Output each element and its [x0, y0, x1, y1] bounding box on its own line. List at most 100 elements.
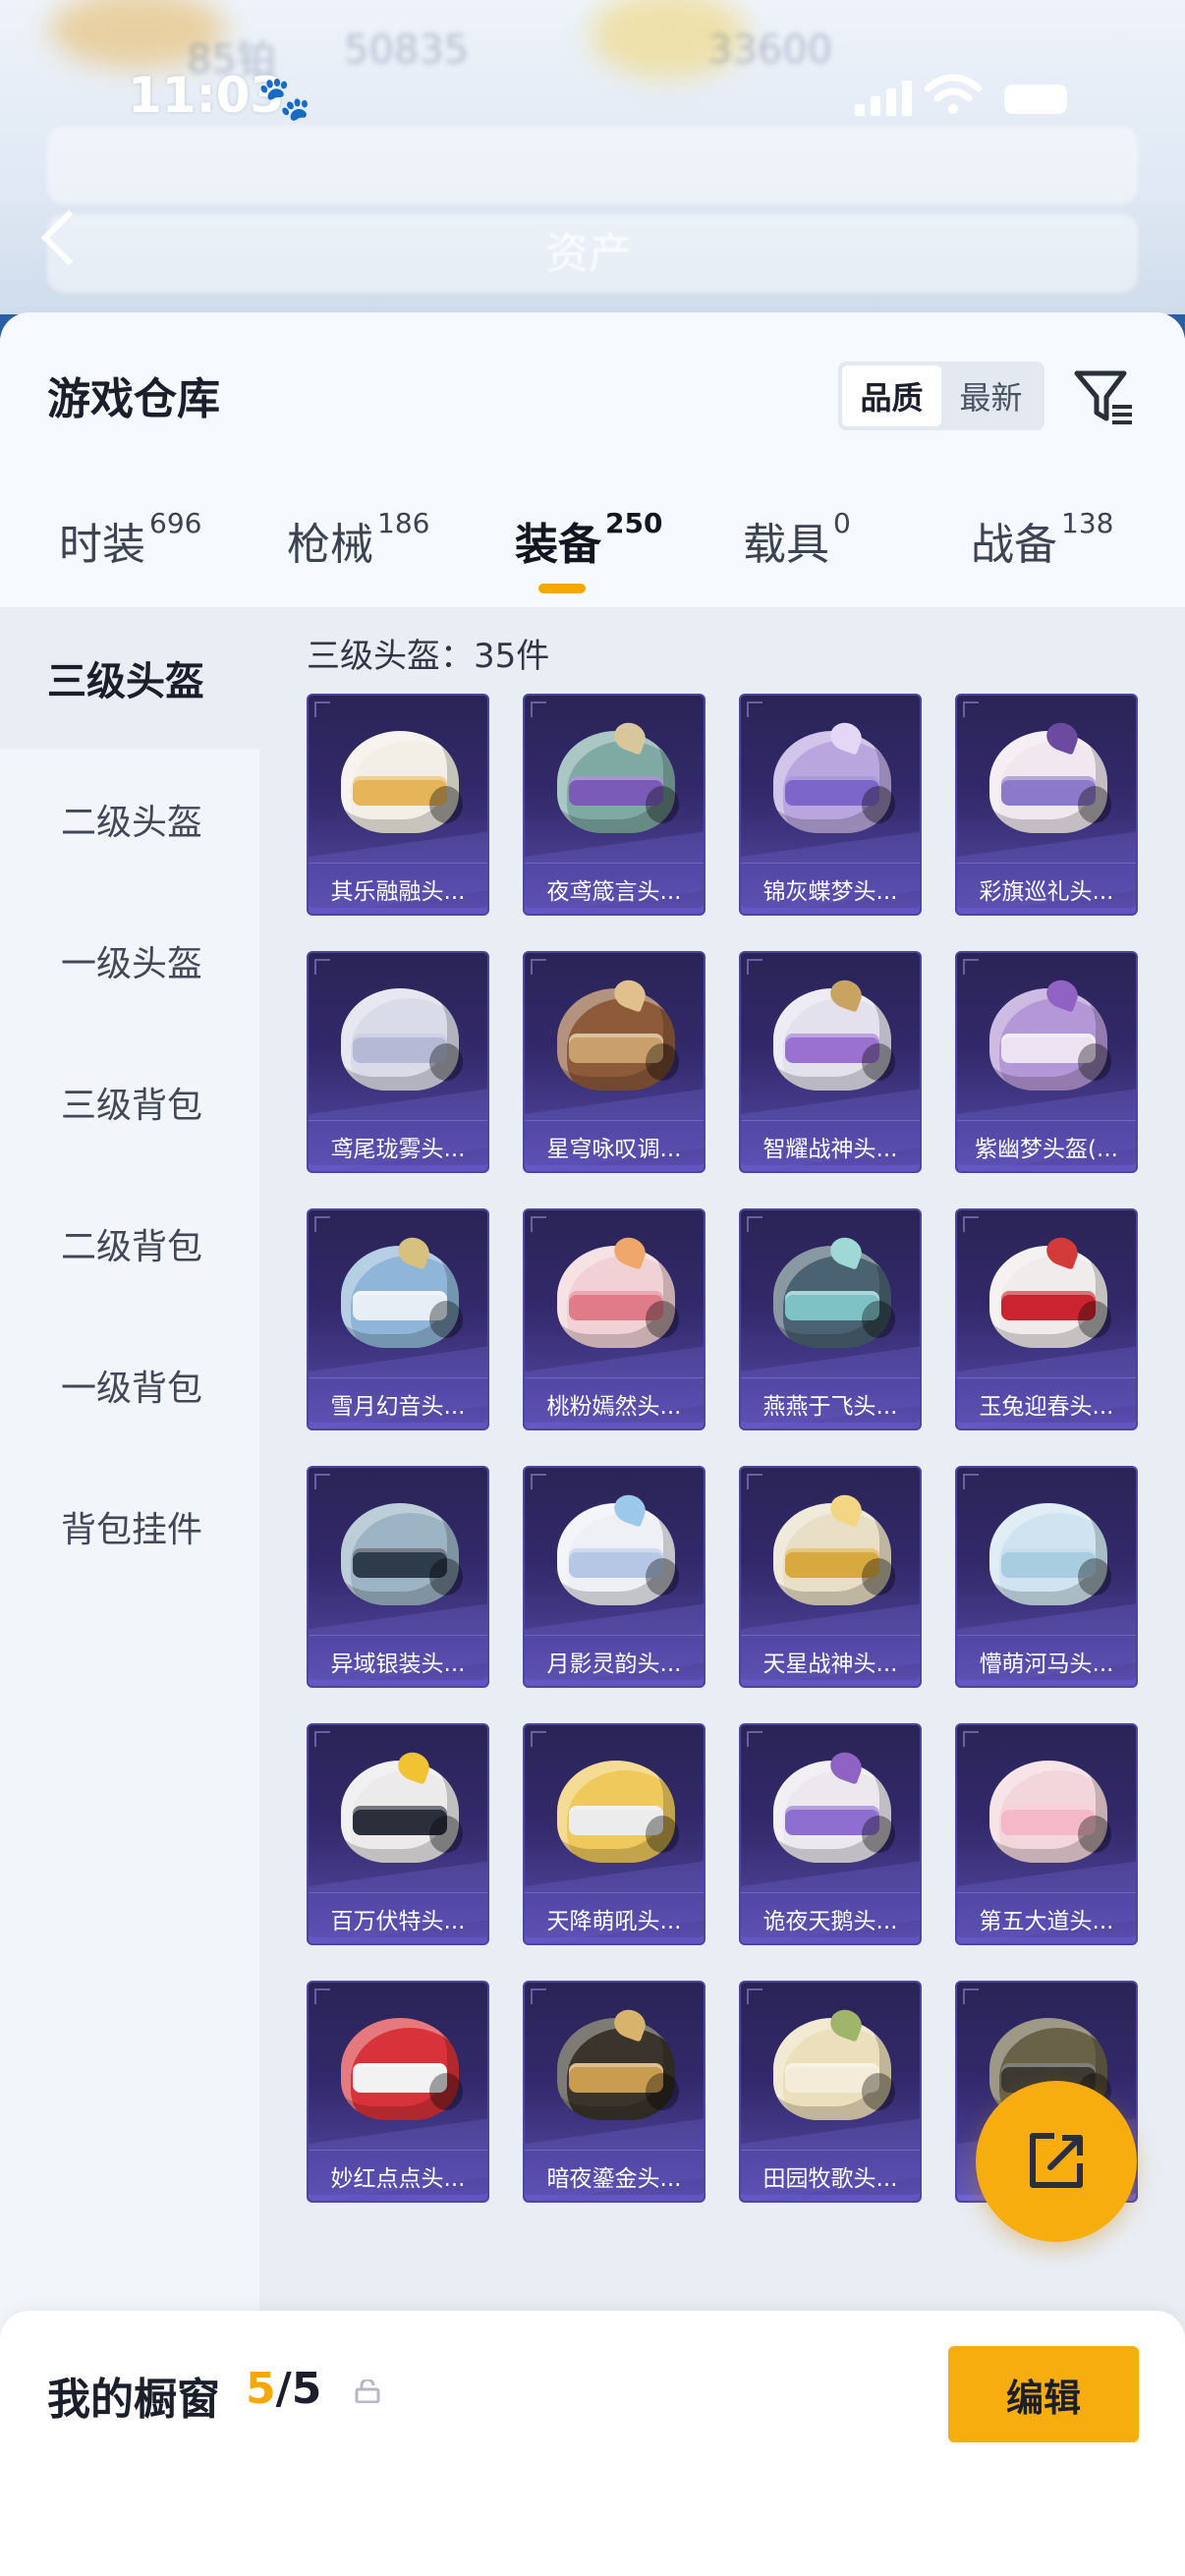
item-card[interactable]: 紫幽梦头盔(... — [955, 951, 1138, 1173]
tab-vehicles[interactable]: 载具 0 — [743, 507, 851, 572]
tab-guns[interactable]: 枪械 186 — [287, 507, 430, 572]
helmet-image — [773, 1490, 895, 1613]
tab-fashion[interactable]: 时装 696 — [59, 507, 202, 572]
tab-label: 载具 — [743, 520, 829, 570]
item-card[interactable]: 桃粉嫣然头... — [523, 1208, 705, 1430]
tab-supplies[interactable]: 战备 138 — [971, 507, 1113, 572]
item-card[interactable]: 妙红点点头... — [307, 1981, 489, 2203]
helmet-ear — [1078, 1816, 1111, 1853]
sidebar-item-backpack-pendant[interactable]: 背包挂件 — [0, 1456, 259, 1597]
helmet-ear — [646, 1558, 679, 1596]
sidebar-item-lv1-backpack[interactable]: 一级背包 — [0, 1315, 259, 1456]
sidebar-item-lv2-helmet[interactable]: 二级头盔 — [0, 749, 259, 890]
card-corner-decoration — [531, 701, 546, 717]
tab-equipment[interactable]: 装备 250 — [515, 507, 663, 572]
card-corner-decoration — [747, 1731, 762, 1747]
card-corner-decoration — [531, 959, 546, 975]
item-card[interactable]: 天星战神头... — [739, 1466, 922, 1688]
item-card[interactable]: 鸢尾珑雾头... — [307, 951, 489, 1173]
sort-quality-button[interactable]: 品质 — [842, 365, 941, 426]
item-card[interactable]: 雪月幻音头... — [307, 1208, 489, 1430]
item-card[interactable]: 玉兔迎春头... — [955, 1208, 1138, 1430]
signal-icon — [855, 81, 912, 116]
card-corner-decoration — [963, 1731, 979, 1747]
helmet-ear — [646, 1816, 679, 1853]
share-icon — [1030, 2133, 1083, 2188]
item-name: 星穹咏叹调... — [525, 1120, 704, 1171]
item-card[interactable]: 第五大道头... — [955, 1723, 1138, 1945]
sidebar-item-lv3-backpack[interactable]: 三级背包 — [0, 1032, 259, 1173]
tab-label: 装备 — [515, 520, 601, 570]
sidebar-item-lv1-helmet[interactable]: 一级头盔 — [0, 890, 259, 1032]
card-corner-decoration — [747, 701, 762, 717]
item-count-label: 三级头盔：35件 — [307, 637, 550, 676]
sheet-header: 游戏仓库 品质 最新 时装 696 枪械 186 装备 250 载具 0 战备 … — [0, 312, 1185, 607]
item-card[interactable]: 其乐融融头... — [307, 694, 489, 916]
card-corner-decoration — [963, 1988, 979, 2004]
helmet-image — [989, 1761, 1111, 1871]
helmet-ear — [1078, 786, 1111, 823]
card-corner-decoration — [747, 959, 762, 975]
page-title: 游戏仓库 — [47, 374, 220, 424]
item-card[interactable]: 智耀战神头... — [739, 951, 922, 1173]
helmet-image — [557, 1233, 679, 1356]
helmet-ear — [862, 1816, 895, 1853]
card-corner-decoration — [747, 1216, 762, 1232]
sort-latest-button[interactable]: 最新 — [941, 365, 1041, 426]
share-button[interactable] — [976, 2081, 1137, 2242]
item-card[interactable]: 夜鸢箴言头... — [523, 694, 705, 916]
item-name: 雪月幻音头... — [309, 1377, 487, 1428]
item-card[interactable]: 懵萌河马头... — [955, 1466, 1138, 1688]
tab-count: 696 — [149, 507, 202, 539]
item-card[interactable]: 天降萌吼头... — [523, 1723, 705, 1945]
card-corner-decoration — [314, 1988, 330, 2004]
item-card[interactable]: 锦灰蝶梦头... — [739, 694, 922, 916]
sidebar-item-lv2-backpack[interactable]: 二级背包 — [0, 1173, 259, 1315]
helmet-ear — [862, 1043, 895, 1081]
card-corner-decoration — [314, 1474, 330, 1489]
card-corner-decoration — [963, 1216, 979, 1232]
item-name: 懵萌河马头... — [957, 1635, 1136, 1686]
helmet-ear — [646, 2073, 679, 2110]
paw-icon: 🐾 — [257, 74, 311, 124]
item-name: 诡夜天鹅头... — [741, 1892, 920, 1943]
item-card[interactable]: 诡夜天鹅头... — [739, 1723, 922, 1945]
helmet-ear — [646, 786, 679, 823]
edit-button[interactable]: 编辑 — [948, 2346, 1139, 2442]
sidebar-item-lv3-helmet[interactable]: 三级头盔 — [0, 607, 259, 749]
active-tab-indicator — [538, 584, 586, 593]
item-card[interactable]: 田园牧歌头... — [739, 1981, 922, 2203]
sort-toggle: 品质 最新 — [838, 362, 1044, 430]
battery-icon — [1004, 84, 1067, 114]
helmet-ear — [429, 2073, 463, 2110]
card-corner-decoration — [531, 1731, 546, 1747]
item-name: 桃粉嫣然头... — [525, 1377, 704, 1428]
item-card[interactable]: 异域银装头... — [307, 1466, 489, 1688]
helmet-image — [341, 2018, 463, 2128]
item-name: 妙红点点头... — [309, 2150, 487, 2201]
item-name: 紫幽梦头盔(... — [957, 1120, 1136, 1171]
item-card[interactable]: 燕燕于飞头... — [739, 1208, 922, 1430]
helmet-image — [341, 731, 463, 841]
card-corner-decoration — [963, 701, 979, 717]
item-card[interactable]: 百万伏特头... — [307, 1723, 489, 1945]
tab-count: 186 — [377, 507, 430, 539]
helmet-image — [773, 976, 895, 1098]
item-name: 天星战神头... — [741, 1635, 920, 1686]
item-name: 彩旗巡礼头... — [957, 863, 1136, 914]
subcategory-sidebar: 三级头盔 二级头盔 一级头盔 三级背包 二级背包 一级背包 背包挂件 — [0, 607, 259, 2356]
item-name: 鸢尾珑雾头... — [309, 1120, 487, 1171]
item-card[interactable]: 彩旗巡礼头... — [955, 694, 1138, 916]
tab-count: 250 — [605, 507, 663, 539]
tab-label: 时装 — [59, 520, 145, 570]
helmet-ear — [646, 1301, 679, 1338]
helmet-ear — [862, 1558, 895, 1596]
item-name: 第五大道头... — [957, 1892, 1136, 1943]
item-card[interactable]: 月影灵韵头... — [523, 1466, 705, 1688]
helmet-image — [557, 718, 679, 841]
helmet-ear — [862, 2073, 895, 2110]
item-card[interactable]: 星穹咏叹调... — [523, 951, 705, 1173]
item-card[interactable]: 暗夜鎏金头... — [523, 1981, 705, 2203]
filter-icon[interactable] — [1071, 364, 1136, 428]
helmet-ear — [1078, 1301, 1111, 1338]
